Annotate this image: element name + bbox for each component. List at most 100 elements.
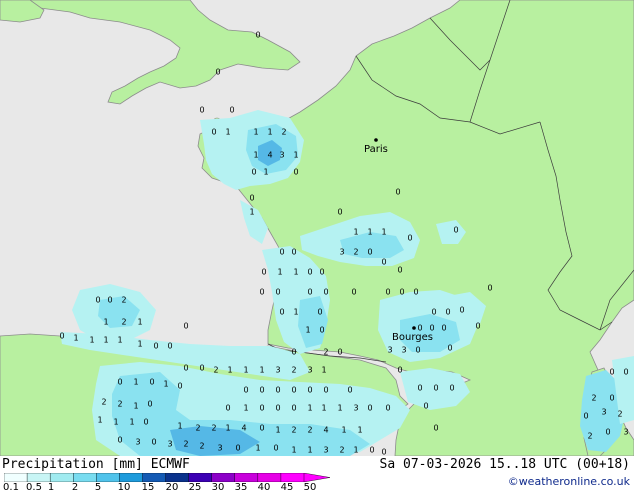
city-bourges-label: Bourges bbox=[392, 332, 433, 343]
scale-tick-label: 45 bbox=[280, 482, 294, 493]
precip-value-label: 0 bbox=[183, 322, 188, 331]
precip-value-label: 0 bbox=[323, 288, 328, 297]
precip-value-label: 0 bbox=[385, 404, 390, 413]
precip-value-label: 0 bbox=[307, 268, 312, 277]
precip-value-label: 0 bbox=[291, 404, 296, 413]
precip-value-label: 0 bbox=[59, 332, 64, 341]
precip-value-label: 0 bbox=[623, 368, 628, 377]
precip-value-label: 0 bbox=[259, 424, 264, 433]
precip-value-label: 0 bbox=[273, 444, 278, 453]
precip-value-label: 0 bbox=[167, 342, 172, 351]
precip-value-label: 1 bbox=[133, 402, 138, 411]
precip-value-label: 0 bbox=[259, 386, 264, 395]
precip-value-label: 1 bbox=[307, 446, 312, 455]
precip-value-label: 2 bbox=[117, 400, 122, 409]
precip-value-label: 1 bbox=[321, 404, 326, 413]
precip-value-label: 1 bbox=[291, 446, 296, 455]
precip-value-label: 1 bbox=[177, 422, 182, 431]
precip-value-label: 0 bbox=[249, 194, 254, 203]
precip-value-label: 1 bbox=[129, 418, 134, 427]
scale-swatch bbox=[49, 473, 74, 482]
credit-link[interactable]: ©weatheronline.co.uk bbox=[508, 475, 630, 488]
precip-value-label: 2 bbox=[199, 442, 204, 451]
precip-value-label: 0 bbox=[381, 448, 386, 457]
precip-value-label: 1 bbox=[263, 168, 268, 177]
precip-value-label: 0 bbox=[153, 342, 158, 351]
precip-value-label: 0 bbox=[487, 284, 492, 293]
precip-value-label: 2 bbox=[307, 426, 312, 435]
precip-value-label: 0 bbox=[415, 346, 420, 355]
precip-value-label: 0 bbox=[431, 308, 436, 317]
scale-swatch bbox=[73, 473, 97, 482]
precip-value-label: 3 bbox=[167, 440, 172, 449]
precip-value-label: 1 bbox=[305, 326, 310, 335]
run-info: Sa 07-03-2026 15..18 UTC (00+18) bbox=[379, 457, 630, 472]
precip-value-label: 1 bbox=[113, 418, 118, 427]
scale-swatch bbox=[96, 473, 120, 482]
scale-swatch bbox=[211, 473, 236, 482]
precip-value-label: 1 bbox=[103, 336, 108, 345]
precip-value-label: 0 bbox=[261, 268, 266, 277]
scale-swatch bbox=[4, 473, 28, 482]
precip-value-label: 0 bbox=[117, 378, 122, 387]
precip-value-label: 1 bbox=[307, 404, 312, 413]
precip-value-label: 0 bbox=[275, 404, 280, 413]
precip-value-label: 0 bbox=[275, 386, 280, 395]
scale-tick-label: 40 bbox=[257, 482, 271, 493]
precip-value-label: 0 bbox=[183, 364, 188, 373]
precip-value-label: 0 bbox=[417, 384, 422, 393]
precip-value-label: 0 bbox=[609, 368, 614, 377]
scale-swatch bbox=[142, 473, 167, 482]
precip-value-label: 0 bbox=[95, 296, 100, 305]
precip-value-label: 0 bbox=[275, 288, 280, 297]
precip-value-label: 1 bbox=[353, 228, 358, 237]
precip-value-label: 0 bbox=[397, 266, 402, 275]
precip-value-label: 0 bbox=[293, 168, 298, 177]
precip-value-label: 0 bbox=[447, 344, 452, 353]
precip-value-label: 0 bbox=[367, 248, 372, 257]
precip-value-label: 1 bbox=[133, 378, 138, 387]
precip-value-label: 0 bbox=[399, 288, 404, 297]
precip-value-label: 1 bbox=[103, 318, 108, 327]
precip-value-label: 1 bbox=[137, 340, 142, 349]
precip-value-label: 0 bbox=[215, 68, 220, 77]
precip-value-label: 0 bbox=[307, 288, 312, 297]
precip-value-label: 3 bbox=[307, 366, 312, 375]
precip-value-label: 0 bbox=[459, 306, 464, 315]
precip-value-label: 1 bbox=[267, 128, 272, 137]
precip-value-label: 0 bbox=[199, 364, 204, 373]
scale-tick-label: 25 bbox=[188, 482, 202, 493]
scale-tick-label: 1 bbox=[47, 482, 55, 493]
precip-value-label: 1 bbox=[255, 444, 260, 453]
precip-value-label: 1 bbox=[353, 446, 358, 455]
precip-value-label: 0 bbox=[441, 324, 446, 333]
precip-value-label: 2 bbox=[213, 366, 218, 375]
scale-swatch bbox=[119, 473, 143, 482]
precip-value-label: 1 bbox=[243, 404, 248, 413]
precip-value-label: 0 bbox=[259, 288, 264, 297]
precip-value-label: 0 bbox=[475, 322, 480, 331]
scale-tick-label: 30 bbox=[211, 482, 225, 493]
precip-value-label: 1 bbox=[253, 128, 258, 137]
precip-value-label: 0 bbox=[385, 288, 390, 297]
precip-value-label: 0 bbox=[381, 258, 386, 267]
precip-value-label: 1 bbox=[357, 426, 362, 435]
precip-value-label: 1 bbox=[367, 228, 372, 237]
scale-swatch bbox=[234, 473, 259, 482]
precipitation-map: 0000011121431010010111000003200011000000… bbox=[0, 0, 634, 456]
precip-value-label: 1 bbox=[277, 268, 282, 277]
precip-value-label: 1 bbox=[321, 366, 326, 375]
precip-value-label: 1 bbox=[259, 366, 264, 375]
scale-swatch bbox=[26, 473, 51, 482]
precip-value-label: 2 bbox=[339, 446, 344, 455]
precip-value-label: 0 bbox=[291, 248, 296, 257]
precip-value-label: 1 bbox=[89, 336, 94, 345]
precip-value-label: 0 bbox=[117, 436, 122, 445]
precip-value-label: 2 bbox=[101, 398, 106, 407]
precip-value-label: 0 bbox=[337, 208, 342, 217]
precip-value-label: 1 bbox=[275, 426, 280, 435]
precip-value-label: 0 bbox=[367, 404, 372, 413]
precip-value-label: 3 bbox=[217, 444, 222, 453]
precip-value-label: 0 bbox=[143, 418, 148, 427]
scale-tick-label: 0.1 bbox=[3, 482, 19, 493]
